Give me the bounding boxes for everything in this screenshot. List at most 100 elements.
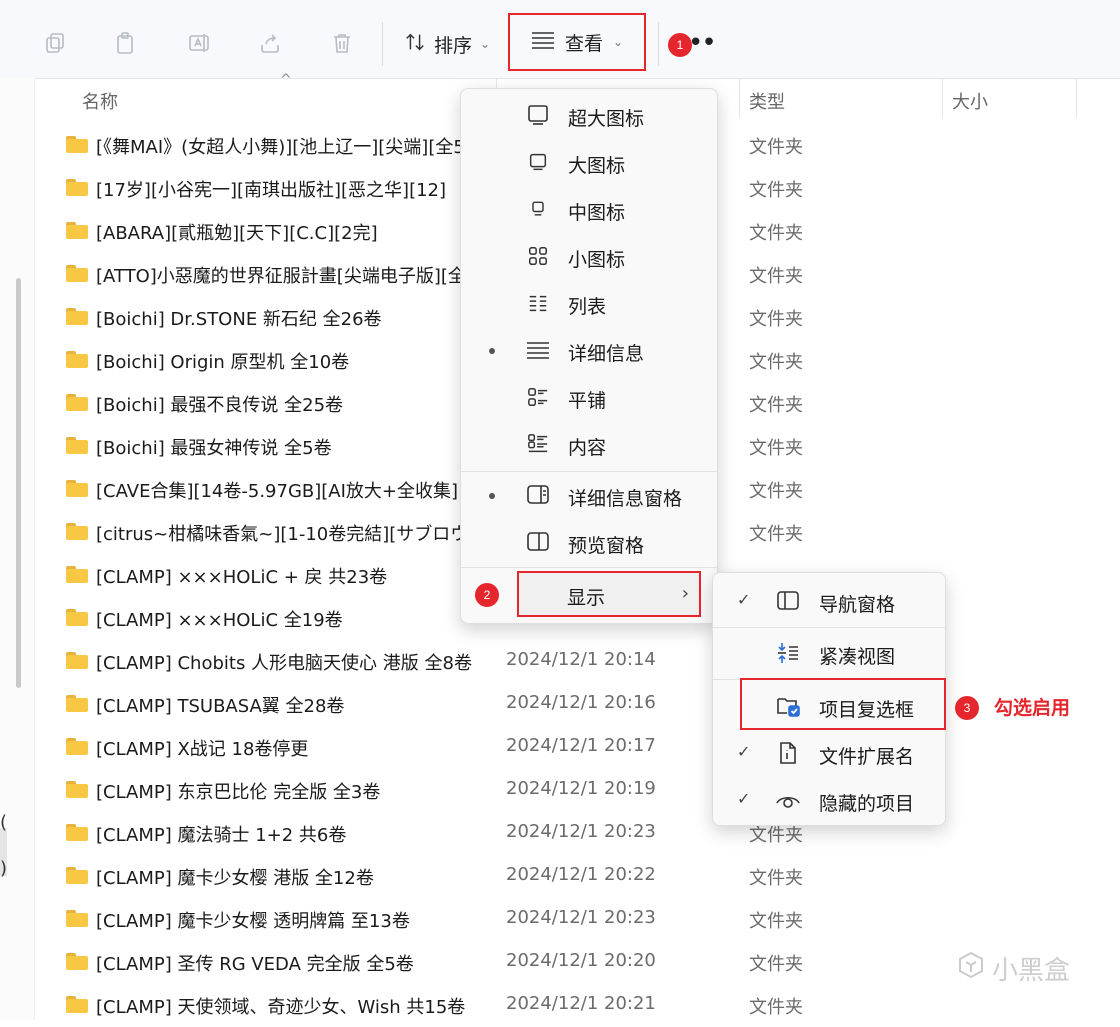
rename-icon[interactable] — [184, 28, 214, 58]
date-modified: 2024/12/1 20:16 — [506, 692, 656, 713]
share-icon[interactable] — [255, 28, 285, 58]
table-row[interactable]: [CLAMP] Chobits 人形电脑天使心 港版 全8卷 2024/12/1 … — [34, 640, 1120, 683]
lines-icon — [531, 30, 555, 55]
highlight-item-checkboxes — [740, 678, 946, 730]
column-header-size[interactable]: 大小 — [952, 88, 988, 114]
column-header-name[interactable]: 名称 — [82, 88, 118, 114]
details-pane-icon — [525, 482, 551, 508]
extra-large-icons-icon — [525, 102, 551, 128]
submenu-item-label: 紧凑视图 — [819, 646, 896, 668]
menu-separator — [461, 567, 717, 568]
file-type: 文件夹 — [749, 954, 803, 975]
sort-button[interactable]: 排序 ⌄ — [404, 26, 490, 62]
menu-item-large-icons[interactable]: 大图标 — [461, 141, 717, 185]
menu-item-details-pane[interactable]: 详细信息窗格 — [461, 474, 717, 518]
watermark-text: 小黑盒 — [992, 956, 1071, 986]
column-divider[interactable] — [739, 78, 740, 118]
view-button[interactable]: 查看 ⌄ — [508, 13, 646, 71]
table-row[interactable]: [CLAMP] 天使领域、奇迹少女、Wish 共15卷 2024/12/1 20:… — [34, 984, 1120, 1027]
date-modified: 2024/12/1 20:19 — [506, 778, 656, 799]
submenu-item-label: 文件扩展名 — [819, 746, 915, 768]
file-name: [CLAMP] X战记 18卷停更 — [96, 739, 309, 760]
file-type: 文件夹 — [749, 868, 803, 889]
date-modified: 2024/12/1 20:21 — [506, 993, 656, 1014]
view-menu: 超大图标 大图标 中图标 小图标 列表 详细信息 平铺 内容 详细信息窗格 预览… — [460, 88, 718, 624]
file-name: [CLAMP] 天使领域、奇迹少女、Wish 共15卷 — [96, 997, 466, 1018]
menu-item-preview-pane[interactable]: 预览窗格 — [461, 521, 717, 565]
table-row[interactable]: [CLAMP] 东京巴比伦 完全版 全3卷 2024/12/1 20:19 — [34, 769, 1120, 812]
menu-item-medium-icons[interactable]: 中图标 — [461, 188, 717, 232]
more-options-button[interactable]: •• — [688, 28, 717, 58]
selected-indicator — [489, 348, 495, 354]
menu-item-extra-large-icons[interactable]: 超大图标 — [461, 94, 717, 138]
menu-item-list[interactable]: 列表 — [461, 282, 717, 326]
table-row[interactable]: [CLAMP] 魔卡少女樱 港版 全12卷 2024/12/1 20:22 文件夹 — [34, 855, 1120, 898]
menu-item-details[interactable]: 详细信息 — [461, 329, 717, 373]
file-name: [Boichi] Origin 原型机 全10卷 — [96, 352, 350, 373]
folder-icon — [66, 738, 88, 755]
file-type: 文件夹 — [749, 180, 803, 201]
watermark-logo-icon — [956, 950, 986, 987]
submenu-item-compact-view[interactable]: 紧凑视图 — [713, 630, 945, 676]
file-type: 文件夹 — [749, 266, 803, 287]
nav-fragment: ( — [0, 812, 8, 833]
submenu-item-navigation-pane[interactable]: ✓ 导航窗格 — [713, 578, 945, 624]
large-icons-icon — [525, 149, 551, 175]
column-divider[interactable] — [1076, 78, 1077, 118]
file-name: [CLAMP] 魔法骑士 1+2 共6卷 — [96, 825, 347, 846]
compact-view-icon — [775, 640, 801, 666]
folder-icon — [66, 308, 88, 325]
preview-pane-icon — [525, 529, 551, 555]
date-modified: 2024/12/1 20:14 — [506, 649, 656, 670]
date-modified: 2024/12/1 20:22 — [506, 864, 656, 885]
command-bar: 排序 ⌄ 查看 ⌄ 1 •• — [0, 0, 1120, 79]
date-modified: 2024/12/1 20:20 — [506, 950, 656, 971]
menu-item-small-icons[interactable]: 小图标 — [461, 235, 717, 279]
menu-item-label: 显示 — [567, 587, 606, 609]
folder-icon — [66, 867, 88, 884]
step-badge-3: 3 — [955, 696, 979, 720]
menu-separator — [713, 627, 945, 628]
folder-icon — [66, 351, 88, 368]
file-name: [17岁][小谷宪一][南琪出版社][恶之华][12] — [96, 180, 447, 201]
table-row[interactable]: [CLAMP] 魔卡少女樱 透明牌篇 至13卷 2024/12/1 20:23 文件… — [34, 898, 1120, 941]
submenu-item-file-extensions[interactable]: ✓ 文件扩展名 — [713, 730, 945, 776]
folder-icon — [66, 609, 88, 626]
menu-item-label: 详细信息窗格 — [568, 488, 683, 510]
paste-icon[interactable] — [110, 28, 140, 58]
check-icon: ✓ — [737, 789, 751, 808]
menu-item-label: 内容 — [568, 437, 607, 459]
submenu-item-hidden-items[interactable]: ✓ 隐藏的项目 — [713, 777, 945, 823]
view-label: 查看 — [564, 32, 603, 55]
table-row[interactable]: [CLAMP] X战记 18卷停更 2024/12/1 20:17 — [34, 726, 1120, 769]
chevron-down-icon: ⌄ — [480, 37, 491, 51]
watermark: 小黑盒 — [956, 950, 1070, 987]
date-modified: 2024/12/1 20:23 — [506, 821, 656, 842]
copy-icon[interactable] — [40, 28, 70, 58]
folder-icon — [66, 265, 88, 282]
navigation-pane: ( ) — [0, 78, 35, 1020]
folder-icon — [66, 996, 88, 1013]
tiles-icon — [525, 384, 551, 410]
column-header-type[interactable]: 类型 — [749, 88, 785, 114]
menu-item-tiles[interactable]: 平铺 — [461, 376, 717, 420]
file-type: 文件夹 — [749, 352, 803, 373]
table-row[interactable]: [CLAMP] 魔法骑士 1+2 共6卷 2024/12/1 20:23 文件夹 — [34, 812, 1120, 855]
file-name: [CLAMP] Chobits 人形电脑天使心 港版 全8卷 — [96, 653, 472, 674]
file-name: [citrus~柑橘味香氣~][1-10卷完結][サブロウ — [96, 524, 469, 545]
file-name: [CLAMP] 东京巴比伦 完全版 全3卷 — [96, 782, 381, 803]
file-type: 文件夹 — [749, 524, 803, 545]
file-name: [CLAMP] 魔卡少女樱 港版 全12卷 — [96, 868, 374, 889]
delete-icon[interactable] — [327, 28, 357, 58]
menu-item-content[interactable]: 内容 — [461, 423, 717, 467]
step-badge-2: 2 — [475, 583, 499, 607]
nav-scrollbar[interactable] — [16, 278, 21, 688]
folder-icon — [66, 695, 88, 712]
file-type: 文件夹 — [749, 481, 803, 502]
date-modified: 2024/12/1 20:23 — [506, 907, 656, 928]
menu-item-label: 平铺 — [568, 390, 607, 412]
column-divider[interactable] — [942, 78, 943, 118]
menu-item-show[interactable]: 显示 › — [517, 571, 701, 617]
menu-item-label: 详细信息 — [568, 343, 645, 365]
menu-separator — [461, 471, 717, 472]
